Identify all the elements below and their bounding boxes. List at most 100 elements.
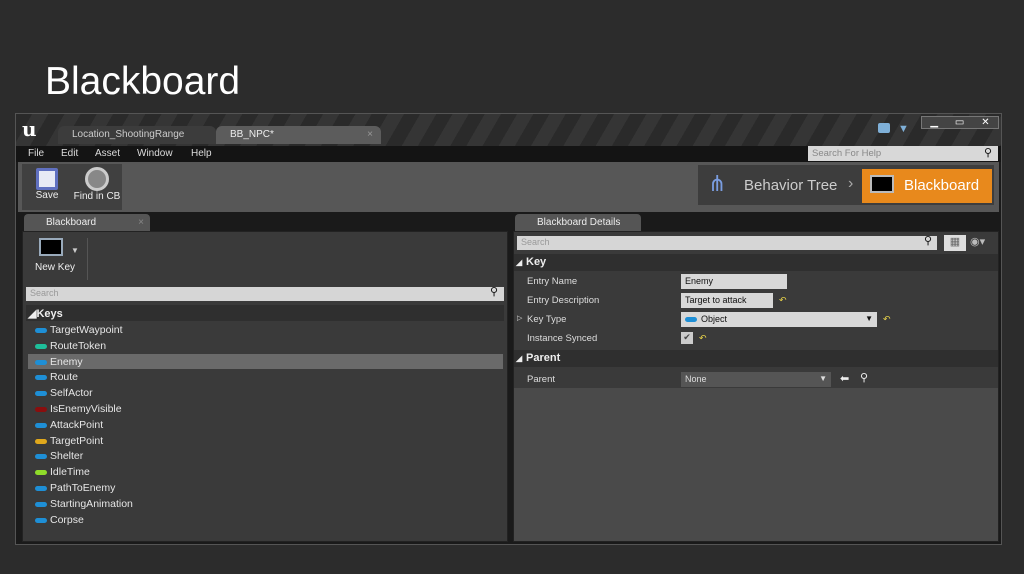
entry-name-row: Entry Name Enemy	[514, 272, 998, 291]
menu-bar: File Edit Asset Window Help Search For H…	[16, 146, 1001, 162]
slide-title: Blackboard	[45, 60, 241, 103]
key-item[interactable]: Route	[28, 369, 503, 385]
key-type-label: Key Type	[527, 314, 567, 325]
tab-label: Blackboard	[46, 217, 97, 228]
key-type-pill-icon	[35, 375, 47, 381]
new-key-button[interactable]: New Key	[27, 236, 83, 280]
key-item[interactable]: IsEnemyVisible	[28, 401, 503, 417]
key-type-pill-icon	[35, 343, 47, 349]
mode-switcher: ⋔ Behavior Tree › Blackboard	[698, 165, 994, 205]
key-name: Shelter	[50, 450, 84, 463]
key-item[interactable]: Enemy	[28, 353, 503, 370]
help-search-input[interactable]: Search For Help	[808, 146, 998, 161]
keys-header[interactable]: ◢Keys	[26, 305, 504, 321]
key-type-pill-icon	[35, 517, 47, 523]
entry-name-input[interactable]: Enemy	[681, 274, 787, 289]
new-key-icon	[39, 238, 63, 256]
keys-search-input[interactable]: Search	[26, 287, 504, 301]
editor-window: u Location_ShootingRange BB_NPC* × ▼ ▁ ▭ ✕ …	[15, 113, 1002, 545]
key-name: SelfActor	[50, 387, 93, 400]
find-in-cb-button[interactable]: Find in CB	[72, 164, 122, 210]
key-type-pill-icon	[35, 328, 47, 333]
key-type-value: Object	[701, 314, 728, 324]
key-section-header[interactable]: ◢ Key	[514, 254, 998, 271]
key-name: Route	[50, 371, 79, 384]
key-type-dropdown[interactable]: Object ▼	[681, 312, 877, 327]
key-item[interactable]: IdleTime	[28, 464, 503, 480]
minimize-icon[interactable]: ▁	[930, 117, 938, 128]
entry-description-label: Entry Description	[527, 295, 600, 306]
maximize-icon[interactable]: ▭	[955, 117, 964, 128]
key-item[interactable]: PathToEnemy	[28, 480, 503, 496]
key-name: IdleTime	[50, 466, 90, 479]
menu-asset[interactable]: Asset	[95, 148, 120, 159]
tab-blackboard[interactable]: Blackboard ×	[24, 214, 150, 231]
key-item[interactable]: TargetPoint	[28, 433, 503, 449]
menu-window[interactable]: Window	[137, 148, 173, 159]
parent-label: Parent	[527, 374, 555, 385]
parent-dropdown[interactable]: None ▼	[681, 372, 831, 387]
instance-synced-checkbox[interactable]: ✔	[681, 332, 693, 344]
menu-file[interactable]: File	[28, 148, 44, 159]
key-item[interactable]: Corpse	[28, 512, 503, 528]
tab-location-shootingrange[interactable]: Location_ShootingRange	[58, 126, 216, 144]
behavior-tree-mode[interactable]: Behavior Tree	[744, 177, 837, 194]
browse-search-icon[interactable]: ⚲	[860, 371, 868, 384]
key-item[interactable]: SelfActor	[28, 385, 503, 401]
details-search-input[interactable]: Search	[517, 236, 937, 250]
search-icon: ⚲	[984, 147, 993, 159]
dropdown-arrow-icon[interactable]: ▼	[71, 246, 79, 255]
close-icon[interactable]: ×	[367, 129, 373, 140]
entry-name-label: Entry Name	[527, 276, 578, 287]
blackboard-mode[interactable]: Blackboard	[862, 169, 992, 203]
key-name: TargetPoint	[50, 434, 104, 447]
use-selected-arrow-icon[interactable]: ⬅	[840, 372, 849, 385]
key-type-pill-icon	[35, 422, 47, 428]
tab-blackboard-details[interactable]: Blackboard Details	[515, 214, 641, 231]
unreal-logo-icon: u	[22, 117, 37, 141]
behavior-tree-icon: ⋔	[708, 171, 727, 196]
menu-edit[interactable]: Edit	[61, 148, 78, 159]
key-name: PathToEnemy	[50, 482, 116, 494]
key-item[interactable]: RouteToken	[28, 338, 503, 354]
key-type-pill-icon	[35, 486, 47, 491]
chat-icon[interactable]	[878, 123, 890, 133]
key-item[interactable]: StartingAnimation	[28, 496, 503, 512]
close-icon[interactable]: ×	[138, 217, 144, 228]
reset-to-default-icon[interactable]: ↶	[779, 295, 787, 306]
key-type-pill-icon	[35, 454, 47, 460]
chevron-right-icon: ›	[848, 175, 854, 192]
blackboard-panel: New Key ▼ Search ⚲ ◢Keys TargetWaypoint R…	[22, 231, 508, 542]
key-type-row: ▷ Key Type Object ▼ ↶	[514, 310, 998, 329]
keys-header-label: Keys	[36, 308, 63, 320]
close-window-icon[interactable]: ✕	[981, 117, 989, 128]
toolbar: Save Find in CB ⋔ Behavior Tree › Blackb…	[18, 162, 999, 212]
floppy-icon	[36, 168, 58, 190]
key-item[interactable]: TargetWaypoint	[28, 322, 503, 338]
tab-bb-npc[interactable]: BB_NPC* ×	[216, 126, 381, 144]
key-item[interactable]: Shelter	[28, 448, 503, 464]
entry-description-input[interactable]: Target to attack	[681, 293, 773, 308]
reset-to-default-icon[interactable]: ↶	[699, 333, 707, 344]
key-name: AttackPoint	[50, 418, 104, 431]
parent-section-header[interactable]: ◢ Parent	[514, 350, 998, 367]
menu-help[interactable]: Help	[191, 148, 212, 159]
section-label: Parent	[526, 352, 561, 364]
parent-value: None	[685, 374, 707, 384]
key-item[interactable]: AttackPoint	[28, 417, 503, 433]
instance-synced-label: Instance Synced	[527, 333, 598, 344]
find-label: Find in CB	[73, 191, 121, 202]
expand-arrow-icon[interactable]: ▷	[517, 314, 522, 322]
eye-visibility-icon[interactable]: ◉▾	[970, 235, 985, 248]
tutorial-icon[interactable]: ▼	[898, 123, 909, 135]
save-button[interactable]: Save	[22, 164, 72, 210]
search-icon: ⚲	[924, 235, 933, 247]
reset-to-default-icon[interactable]: ↶	[883, 314, 891, 325]
blackboard-icon	[870, 175, 894, 193]
parent-row: Parent None ▼ ⬅ ⚲	[514, 370, 998, 389]
tab-label: Blackboard Details	[537, 217, 621, 228]
divider	[87, 238, 88, 280]
key-name: IsEnemyVisible	[50, 403, 122, 415]
key-type-pill-icon	[35, 470, 47, 476]
view-options-grid-icon[interactable]: ▦	[944, 235, 966, 251]
